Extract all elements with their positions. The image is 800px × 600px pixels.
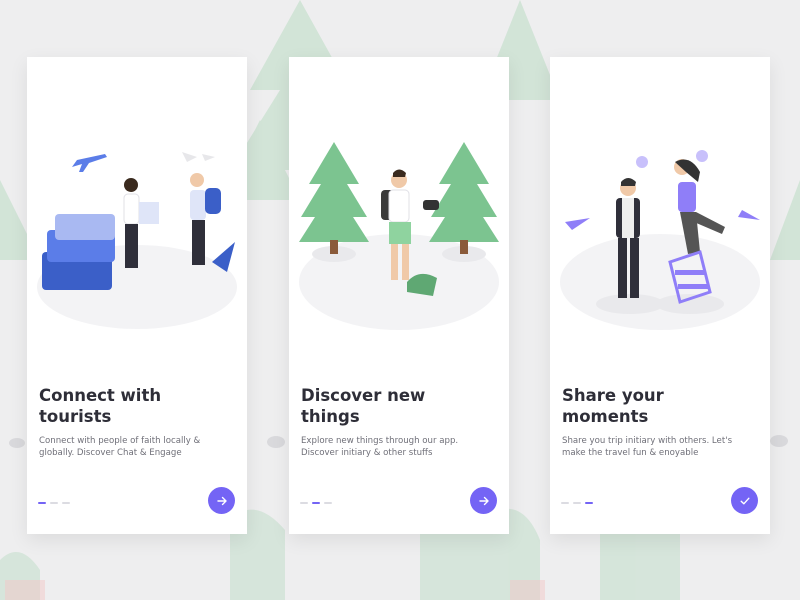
hiker-illustration: [299, 142, 499, 330]
page-description: Explore new things through our app. Disc…: [301, 436, 459, 458]
travelers-illustration: [37, 152, 237, 329]
onboarding-card-discover: Discover new things Explore new things t…: [289, 57, 509, 534]
arrow-right-icon: [216, 496, 227, 505]
page-dot-2: [312, 502, 320, 504]
page-dot-2: [50, 502, 58, 504]
next-button[interactable]: [470, 487, 497, 514]
page-description: Connect with people of faith locally & g…: [39, 436, 201, 458]
onboarding-card-share: Share your moments Share you trip initia…: [550, 57, 770, 534]
checkmark-icon: [740, 497, 749, 504]
next-button[interactable]: [208, 487, 235, 514]
page-indicator: [300, 502, 332, 504]
page-title: Share your moments: [562, 386, 664, 426]
page-indicator: [38, 502, 70, 504]
page-dot-2: [573, 502, 581, 504]
page-dot-1: [561, 502, 569, 504]
airplane-icon: [72, 154, 107, 172]
page-description: Share you trip initiary with others. Let…: [562, 436, 733, 458]
page-dot-3: [62, 502, 70, 504]
onboarding-card-connect: Connect with tourists Connect with peopl…: [27, 57, 247, 534]
page-dot-3: [324, 502, 332, 504]
done-button[interactable]: [731, 487, 758, 514]
page-title: Discover new things: [301, 386, 426, 426]
page-title: Connect with tourists: [39, 386, 162, 426]
page-dot-3: [585, 502, 593, 504]
sharing-illustration: [560, 150, 760, 330]
page-indicator: [561, 502, 593, 504]
page-dot-1: [300, 502, 308, 504]
page-dot-1: [38, 502, 46, 504]
arrow-right-icon: [478, 496, 489, 505]
paper-plane-icon: [565, 210, 760, 230]
